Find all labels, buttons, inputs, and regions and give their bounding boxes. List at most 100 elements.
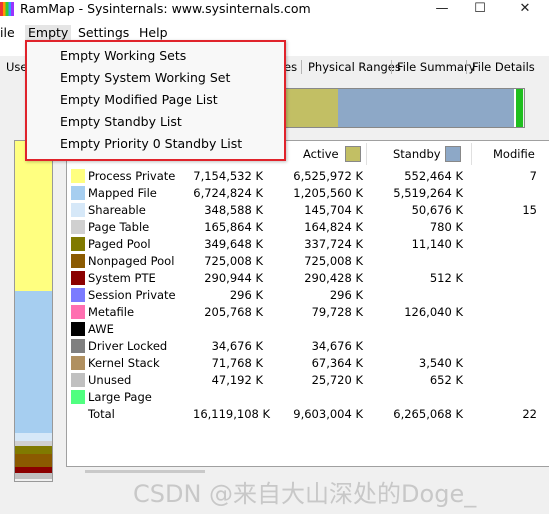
row-label: Nonpaged Pool	[88, 254, 175, 268]
table-row[interactable]: Paged Pool 349,648 K 337,724 K 11,140 K	[67, 236, 549, 253]
row-color-swatch	[71, 203, 85, 217]
row-color-swatch	[71, 322, 85, 336]
row-color-swatch	[71, 254, 85, 268]
table-row[interactable]: Page Table 165,864 K 164,824 K 780 K	[67, 219, 549, 236]
row-active: 290,428 K	[304, 271, 363, 285]
row-color-swatch	[71, 305, 85, 319]
menu-empty[interactable]: Empty	[25, 25, 72, 40]
row-color-swatch	[71, 339, 85, 353]
usage-column	[14, 140, 53, 482]
header-separator	[366, 143, 367, 165]
tab-separator	[301, 60, 302, 74]
row-label: System PTE	[88, 271, 156, 285]
menu-empty-modified-page-list[interactable]: Empty Modified Page List	[60, 92, 218, 107]
menu-settings[interactable]: Settings	[78, 25, 129, 40]
usage-bar-active	[281, 89, 338, 127]
row-total: 34,676 K	[211, 339, 263, 353]
maximize-button[interactable]: ☐	[460, 0, 500, 18]
standby-color-swatch	[445, 146, 461, 162]
column-header-standby[interactable]: Standby	[393, 147, 441, 161]
row-label: Kernel Stack	[88, 356, 160, 370]
menu-bar: ile Empty Settings Help	[0, 22, 549, 42]
table-row[interactable]: Nonpaged Pool 725,008 K 725,008 K	[67, 253, 549, 270]
table-row[interactable]: Session Private 296 K 296 K	[67, 287, 549, 304]
row-standby: 512 K	[429, 271, 463, 285]
minimize-button[interactable]: —	[422, 0, 462, 18]
table-row[interactable]: Kernel Stack 71,768 K 67,364 K 3,540 K	[67, 355, 549, 372]
row-standby: 780 K	[429, 220, 463, 234]
row-color-swatch	[71, 390, 85, 404]
usage-unused	[15, 473, 52, 479]
horizontal-scrollbar[interactable]	[85, 470, 205, 473]
row-color-swatch	[71, 186, 85, 200]
row-label: Mapped File	[88, 186, 157, 200]
row-color-swatch	[71, 271, 85, 285]
menu-empty-priority-0-standby-list[interactable]: Empty Priority 0 Standby List	[60, 136, 242, 151]
row-total: 47,192 K	[211, 373, 263, 387]
table-row[interactable]: Metafile 205,768 K 79,728 K 126,040 K	[67, 304, 549, 321]
table-row[interactable]: Unused 47,192 K 25,720 K 652 K	[67, 372, 549, 389]
table-row[interactable]: Process Private 7,154,532 K 6,525,972 K 552…	[67, 168, 549, 185]
usage-bar	[280, 88, 525, 128]
table-row[interactable]: Driver Locked 34,676 K 34,676 K	[67, 338, 549, 355]
row-color-swatch	[71, 373, 85, 387]
usage-shareable	[15, 433, 52, 441]
row-total: 6,724,824 K	[193, 186, 263, 200]
tab-separator	[466, 60, 467, 74]
table-row[interactable]: Total 16,119,108 K 9,603,004 K 6,265,068 K 2…	[67, 406, 549, 423]
use-counts-list[interactable]: Active Standby Modifie Process Private 7,…	[66, 140, 549, 473]
row-color-swatch	[71, 169, 85, 183]
usage-bar-standby	[338, 89, 514, 127]
menu-empty-working-sets[interactable]: Empty Working Sets	[60, 48, 186, 63]
row-total: 205,768 K	[204, 305, 263, 319]
row-modified: 22	[522, 407, 537, 421]
menu-empty-standby-list[interactable]: Empty Standby List	[60, 114, 182, 129]
row-label: Driver Locked	[88, 339, 168, 353]
row-total: 7,154,532 K	[193, 169, 263, 183]
row-total: 348,588 K	[204, 203, 263, 217]
table-row[interactable]: Shareable 348,588 K 145,704 K 50,676 K 15	[67, 202, 549, 219]
tab-physical-ranges[interactable]: Physical Ranges	[308, 60, 401, 74]
row-standby: 50,676 K	[411, 203, 463, 217]
row-label: Paged Pool	[88, 237, 151, 251]
table-row[interactable]: System PTE 290,944 K 290,428 K 512 K	[67, 270, 549, 287]
row-label: Session Private	[88, 288, 176, 302]
row-label: AWE	[88, 322, 114, 336]
menu-file[interactable]: ile	[0, 25, 15, 40]
row-label: Large Page	[88, 390, 152, 404]
table-row[interactable]: AWE	[67, 321, 549, 338]
row-active: 337,724 K	[304, 237, 363, 251]
row-color-swatch	[71, 356, 85, 370]
usage-process-private	[15, 141, 52, 291]
row-color-swatch	[71, 288, 85, 302]
header-separator	[471, 143, 472, 165]
column-header-modified[interactable]: Modifie	[493, 147, 535, 161]
tab-file-details[interactable]: File Details	[472, 60, 535, 74]
table-row[interactable]: Large Page	[67, 389, 549, 406]
menu-empty-system-working-set[interactable]: Empty System Working Set	[60, 70, 230, 85]
row-active: 725,008 K	[304, 254, 363, 268]
row-label: Metafile	[88, 305, 135, 319]
row-standby: 552,464 K	[404, 169, 463, 183]
column-header-active[interactable]: Active	[303, 147, 339, 161]
row-modified: 7	[529, 169, 537, 183]
row-total: 349,648 K	[204, 237, 263, 251]
tab-file-summary[interactable]: File Summary	[397, 60, 475, 74]
row-standby: 5,519,264 K	[393, 186, 463, 200]
row-standby: 11,140 K	[411, 237, 463, 251]
table-row[interactable]: Mapped File 6,724,824 K 1,205,560 K 5,519,2…	[67, 185, 549, 202]
row-total: 290,944 K	[204, 271, 263, 285]
row-standby: 3,540 K	[418, 356, 463, 370]
rammap-app-icon	[0, 2, 14, 16]
active-color-swatch	[345, 146, 361, 162]
row-active: 164,824 K	[304, 220, 363, 234]
close-button[interactable]: ✕	[505, 0, 545, 18]
row-modified: 15	[522, 203, 537, 217]
row-label: Total	[88, 407, 115, 421]
row-label: Page Table	[88, 220, 150, 234]
row-standby: 652 K	[429, 373, 463, 387]
menu-help[interactable]: Help	[139, 25, 168, 40]
row-active: 6,525,972 K	[293, 169, 363, 183]
row-active: 1,205,560 K	[293, 186, 363, 200]
tab-separator	[391, 60, 392, 74]
